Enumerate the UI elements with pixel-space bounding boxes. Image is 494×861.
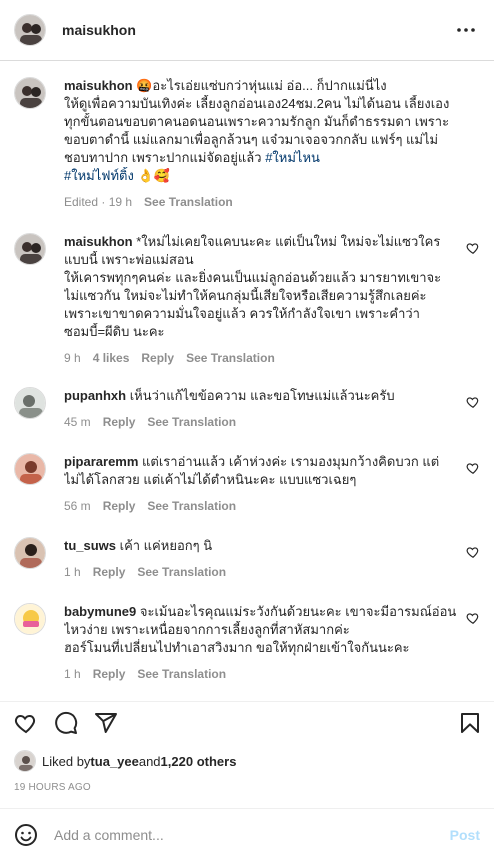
comment-username[interactable]: maisukhon — [64, 78, 133, 93]
edited-label: Edited · 19 h — [64, 195, 133, 209]
avatar[interactable] — [14, 453, 46, 485]
likes-summary: Liked by tua_yee and 1,220 others — [14, 748, 236, 774]
comment-meta: 1 h Reply See Translation — [64, 563, 462, 581]
comment-item: babymune9 จะเม้นอะไรคุณแม่ระวังกันด้วยนะ… — [14, 603, 480, 699]
comment-icon[interactable] — [54, 711, 78, 735]
comment-body: maisukhon *ใหม่ไม่เคยใจแคบนะคะ แต่เป็นให… — [64, 233, 462, 367]
comment-text-line: แต่เราอ่านแล้ว เค้าห่วงค่ะ เรามองมุมกว้า… — [138, 454, 440, 469]
avatar[interactable] — [14, 233, 46, 265]
header-username[interactable]: maisukhon — [62, 22, 136, 38]
comment-time: 9 h — [64, 351, 81, 365]
comment-username[interactable]: babymune9 — [64, 604, 136, 619]
action-bar — [0, 701, 494, 743]
post-header: maisukhon — [0, 0, 494, 61]
comment-text-line: 🤬อะไรเอ่ยแซ่บกว่าหุ่นแม่ อ่อ... ก็ปากแม่… — [132, 78, 387, 93]
likes-mid: and — [138, 753, 161, 769]
comment-item: pupanhxh เห็นว่าแก้ไขข้อความ และขอโทษแม่… — [14, 387, 480, 447]
like-comment-heart-icon[interactable] — [466, 395, 480, 409]
comment-text-line: ให้เคารพทุกๆคนค่ะ และยิ่งคนเป็นแม่ลูกอ่อ… — [64, 270, 442, 285]
reply-button[interactable]: Reply — [103, 413, 136, 431]
comment-text-line: ซอมบี้=ผีดิบ นะคะ — [64, 324, 165, 339]
comment-time: 45 m — [64, 415, 91, 429]
comment-text-line: ให้ดูเพื่อความบันเทิงค่ะ เลี้ยงลูกอ่อนเอ… — [64, 96, 450, 111]
comment-meta: 45 m Reply See Translation — [64, 413, 462, 431]
comment-username[interactable]: maisukhon — [64, 234, 133, 249]
comment-text-line: จะเม้นอะไรคุณแม่ระวังกันด้วยนะคะ เขาจะมี… — [136, 604, 457, 619]
see-translation-button[interactable]: See Translation — [147, 413, 236, 431]
comment-text-line: แบบนี้ เพราะพ่อแม่สอน — [64, 252, 194, 267]
comment-text-line: *ใหม่ไม่เคยใจแคบนะคะ แต่เป็นใหม่ ใหม่จะไ… — [132, 234, 441, 249]
comment-item: pipararemm แต่เราอ่านแล้ว เค้าห่วงค่ะ เร… — [14, 453, 480, 531]
avatar[interactable] — [14, 77, 46, 109]
comment-text-line: ขอบตาดำนี้ แม่แลกมาเพื่อลูกล้วนๆ แจ๋วมาเ… — [64, 132, 439, 147]
comment-text-line: เค้า แค่หยอกๆ นิ — [116, 538, 213, 553]
comment-meta: 56 m Reply See Translation — [64, 497, 462, 515]
heart-icon[interactable] — [14, 711, 38, 735]
comment-text-line: ชอบทาปาก เพราะปากแม่จัดอยู่แล้ว — [64, 150, 266, 165]
reply-button[interactable]: Reply — [93, 665, 126, 683]
comment-body: pupanhxh เห็นว่าแก้ไขข้อความ และขอโทษแม่… — [64, 387, 462, 431]
add-comment-bar: Post — [0, 808, 494, 861]
likes-count-link[interactable]: 1,220 others — [161, 754, 237, 769]
comment-text-line: ฮอร์โมนที่เปลี่ยนไปทำเอาสวิงมาก ขอให้ทุก… — [64, 640, 410, 655]
like-comment-heart-icon[interactable] — [466, 545, 480, 559]
comment-body: babymune9 จะเม้นอะไรคุณแม่ระวังกันด้วยนะ… — [64, 603, 462, 683]
see-translation-button[interactable]: See Translation — [147, 497, 236, 515]
comment-input[interactable] — [54, 827, 450, 843]
comment-time: 1 h — [64, 667, 81, 681]
comment-item: tu_suws เค้า แค่หยอกๆ นิ 1 h Reply See T… — [14, 537, 480, 597]
comment-emoji: 👌🥰 — [133, 168, 170, 183]
comments-list[interactable]: maisukhon 🤬อะไรเอ่ยแซ่บกว่าหุ่นแม่ อ่อ..… — [0, 61, 494, 701]
caption: maisukhon 🤬อะไรเอ่ยแซ่บกว่าหุ่นแม่ อ่อ..… — [14, 77, 480, 217]
avatar[interactable] — [14, 387, 46, 419]
comment-text-line: เห็นว่าแก้ไขข้อความ และขอโทษแม่แล้วนะครั… — [126, 388, 395, 403]
comment-meta: Edited · 19 h See Translation — [64, 193, 462, 211]
more-horizontal-icon[interactable] — [454, 18, 478, 42]
comment-text-line: ไหวง่าย เพราะเหนื่อยจากการเลี้ยงลูกที่สา… — [64, 622, 350, 637]
comment-meta: 9 h 4 likes Reply See Translation — [64, 349, 462, 367]
avatar[interactable] — [14, 14, 46, 46]
see-translation-button[interactable]: See Translation — [137, 563, 226, 581]
reply-button[interactable]: Reply — [103, 497, 136, 515]
likes-prefix: Liked by — [42, 753, 91, 769]
bookmark-icon[interactable] — [458, 711, 482, 735]
post-button[interactable]: Post — [450, 827, 480, 843]
comment-username[interactable]: tu_suws — [64, 538, 116, 553]
comment-text-line: ไม่แซวกัน ใหม่จะไม่ทำให้คนกลุ่มนี้เสียใจ… — [64, 288, 427, 303]
hashtag-link[interactable]: #ใหม่ไหน — [265, 150, 320, 165]
reply-button[interactable]: Reply — [141, 349, 174, 367]
comment-text-line: ทุกขั้นตอนขอบตาคนอดนอนเพราะความรักลูก มั… — [64, 114, 450, 129]
comment-time: 56 m — [64, 499, 91, 513]
hashtag-link[interactable]: #ใหม่ไฟท์ติ้ง — [64, 168, 134, 183]
like-comment-heart-icon[interactable] — [466, 461, 480, 475]
comment-meta: 1 h Reply See Translation — [64, 665, 462, 683]
avatar[interactable] — [14, 603, 46, 635]
reply-button[interactable]: Reply — [93, 563, 126, 581]
emoji-icon[interactable] — [14, 823, 38, 847]
avatar[interactable] — [14, 750, 36, 772]
comment-text-line: เพราะเขาขาดความมั่นใจอยู่แล้ว ควรให้กำลั… — [64, 306, 420, 321]
see-translation-button[interactable]: See Translation — [137, 665, 226, 683]
share-icon[interactable] — [94, 711, 118, 735]
comment-item: maisukhon *ใหม่ไม่เคยใจแคบนะคะ แต่เป็นให… — [14, 233, 480, 373]
avatar[interactable] — [14, 537, 46, 569]
comment-body: pipararemm แต่เราอ่านแล้ว เค้าห่วงค่ะ เร… — [64, 453, 462, 515]
see-translation-button[interactable]: See Translation — [186, 349, 275, 367]
comment-text-line: ไม่ได้โลกสวย แต่เค้าไม่ได้ตำหนินะคะ แบบแ… — [64, 472, 357, 487]
likes-count-button[interactable]: 4 likes — [93, 349, 130, 367]
caption-text: maisukhon 🤬อะไรเอ่ยแซ่บกว่าหุ่นแม่ อ่อ..… — [64, 77, 462, 211]
comment-body: tu_suws เค้า แค่หยอกๆ นิ 1 h Reply See T… — [64, 537, 462, 581]
comment-username[interactable]: pipararemm — [64, 454, 138, 469]
liked-by-user-link[interactable]: tua_yee — [90, 754, 138, 769]
comment-time: 1 h — [64, 565, 81, 579]
like-comment-heart-icon[interactable] — [466, 611, 480, 625]
see-translation-button[interactable]: See Translation — [144, 193, 233, 211]
post-date[interactable]: 19 HOURS AGO — [14, 782, 91, 793]
comment-username[interactable]: pupanhxh — [64, 388, 126, 403]
like-comment-heart-icon[interactable] — [466, 241, 480, 255]
